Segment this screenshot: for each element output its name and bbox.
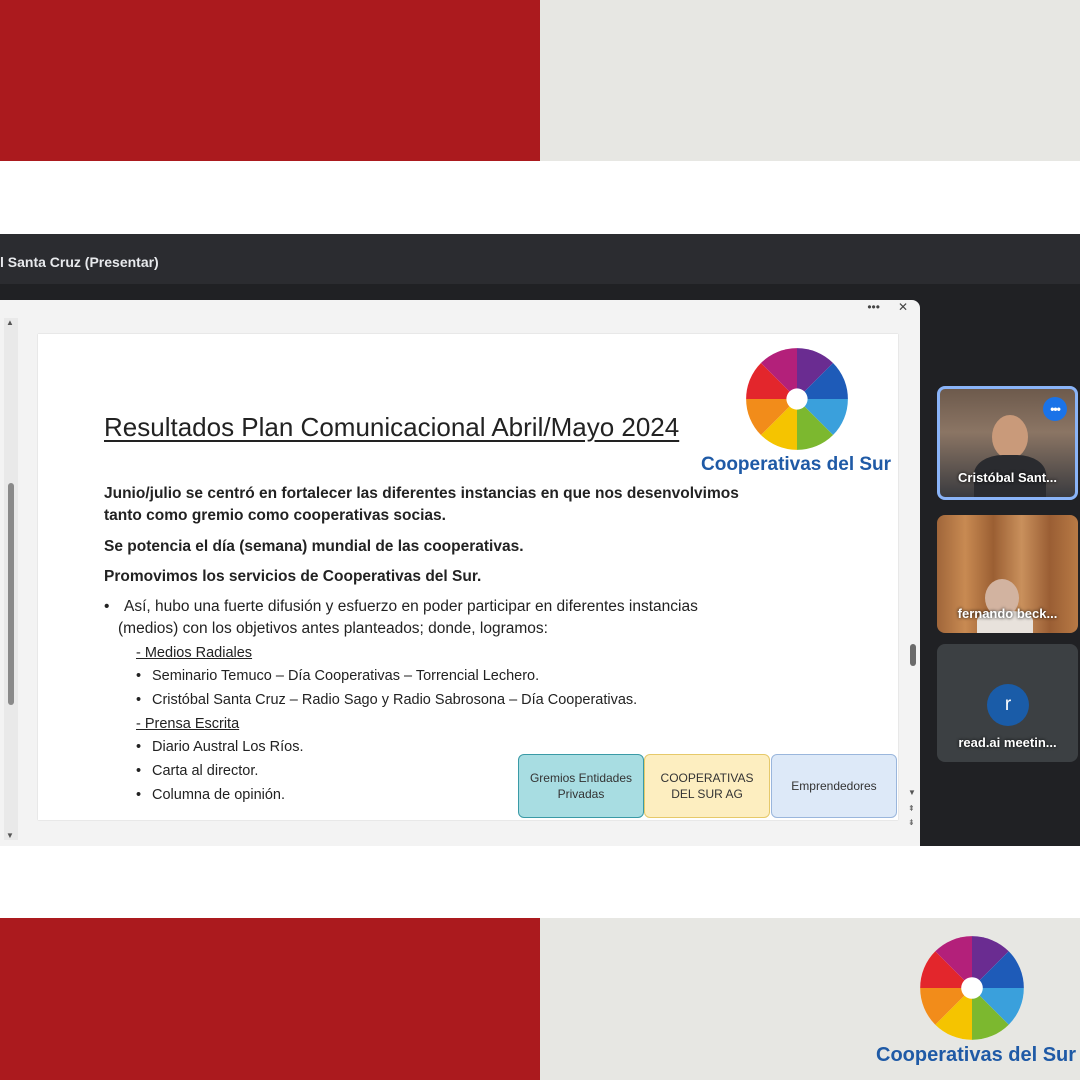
participant-name: Cristóbal Sant... — [958, 470, 1057, 485]
scroll-up-arrow-icon[interactable]: ▲ — [6, 318, 14, 327]
bullet-icon: • — [136, 739, 142, 755]
cooperativas-logo-icon — [920, 936, 1024, 1040]
slide-brand-name: Cooperativas del Sur — [701, 454, 892, 475]
frame-top-red-band — [0, 0, 540, 161]
list-item: • Seminario Temuco – Día Cooperativas – T… — [136, 668, 540, 684]
cooperativas-logo-icon — [746, 348, 848, 450]
participant-tile-fernando[interactable]: fernando beck... — [937, 515, 1078, 633]
bullet-icon: • — [104, 598, 110, 615]
list-item: • Cristóbal Santa Cruz – Radio Sago y Rad… — [136, 692, 638, 708]
more-options-button[interactable]: ••• — [1043, 397, 1067, 421]
slide-bullet-line-1: Así, hubo una fuerte difusión y esfuerzo… — [124, 598, 698, 615]
slide-paragraph-3: Promovimos los servicios de Cooperativas… — [104, 568, 482, 585]
slide-canvas: Resultados Plan Comunicacional Abril/May… — [38, 334, 898, 820]
bullet-icon: • — [136, 668, 142, 684]
diagram-box-cooperativas: COOPERATIVAS DEL SUR AG — [644, 754, 770, 818]
list-item: • Diario Austral Los Ríos. — [136, 739, 304, 755]
slide-paragraph-1-line-1: Junio/julio se centró en fortalecer las … — [104, 485, 739, 502]
frame-bottom-red-band — [0, 918, 540, 1080]
participant-tile-readai[interactable]: r read.ai meetin... — [937, 644, 1078, 762]
slide-title: Resultados Plan Comunicacional Abril/May… — [104, 412, 680, 442]
right-scrollbar[interactable]: ▼ ⇞ ⇟ — [906, 318, 920, 840]
footer-brand-name: Cooperativas del Sur — [876, 1044, 1077, 1066]
scroll-down-arrow-icon[interactable]: ▼ — [908, 788, 916, 797]
participant-tile-cristobal[interactable]: ••• Cristóbal Sant... — [937, 386, 1078, 500]
page-down-icon[interactable]: ⇟ — [908, 818, 915, 827]
bullet-icon: • — [136, 763, 142, 779]
avatar: r — [987, 684, 1029, 726]
bullet-icon: • — [136, 787, 142, 803]
diagram-box-emprendedores: Emprendedores — [771, 754, 897, 818]
scroll-down-arrow-icon[interactable]: ▼ — [6, 831, 14, 840]
slide-paragraph-1-line-2: tanto como gremio como cooperativas soci… — [104, 507, 446, 524]
close-icon[interactable]: ✕ — [898, 300, 908, 314]
right-scrollbar-thumb[interactable] — [910, 644, 916, 666]
participant-video-head — [992, 415, 1028, 459]
presentation-view: ••• ✕ ▲ ▼ Resultados Plan Comunicacional… — [0, 300, 920, 846]
section-heading-press: - Prensa Escrita — [136, 716, 240, 732]
left-scrollbar-thumb[interactable] — [8, 483, 14, 705]
meeting-window: l Santa Cruz (Presentar) ••• ✕ ▲ ▼ Resul… — [0, 234, 1080, 846]
slide-paragraph-2: Se potencia el día (semana) mundial de l… — [104, 538, 524, 555]
participant-name: read.ai meetin... — [958, 735, 1057, 750]
slide-bullet-line-2: (medios) con los objetivos antes plantea… — [118, 620, 548, 637]
more-horizontal-icon[interactable]: ••• — [867, 300, 880, 314]
presenter-title: l Santa Cruz (Presentar) — [0, 254, 159, 270]
list-item: • Carta al director. — [136, 763, 259, 779]
page-up-icon[interactable]: ⇞ — [908, 804, 915, 813]
left-scrollbar[interactable]: ▲ ▼ — [4, 318, 18, 840]
list-item: • Columna de opinión. — [136, 787, 286, 803]
participant-name: fernando beck... — [957, 606, 1058, 621]
section-heading-radio: - Medios Radiales — [136, 645, 253, 661]
frame-top-grey-band — [540, 0, 1080, 161]
presentation-window-controls: ••• ✕ — [867, 300, 908, 314]
presentation-header: l Santa Cruz (Presentar) — [0, 234, 1080, 284]
diagram-box-gremios: Gremios Entidades Privadas — [518, 754, 644, 818]
bullet-icon: • — [136, 692, 142, 708]
